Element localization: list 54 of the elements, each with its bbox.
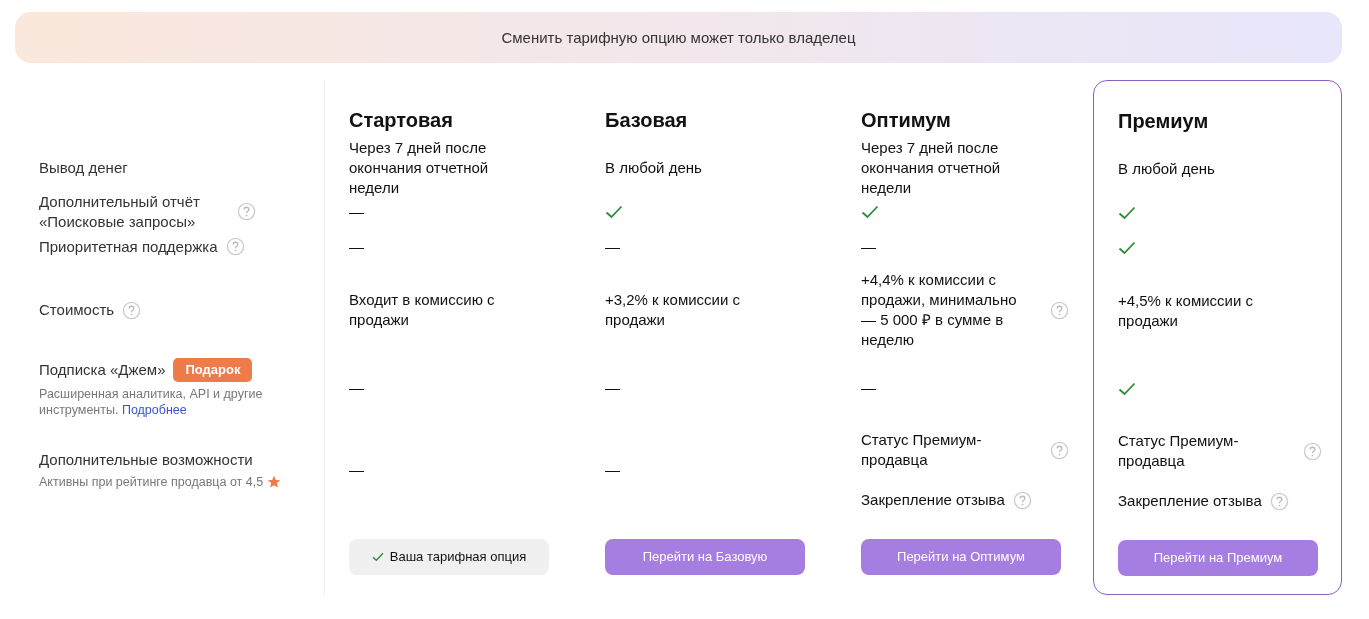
dash-text: — — [605, 377, 620, 398]
feature-label: Дополнительный отчёт «Поисковые запросы» — [39, 191, 201, 232]
check-icon — [1118, 381, 1136, 396]
dash-text: — — [861, 236, 876, 257]
plan-value: В любой день — [1118, 158, 1215, 179]
plan-title: Стартовая — [349, 109, 453, 132]
plan-value: +3,2% к комиссии с продажи — [605, 290, 742, 330]
dash-text: — — [349, 377, 364, 398]
switch-plan-button[interactable]: Перейти на Премиум — [1118, 539, 1318, 576]
feature-label: Приоритетная поддержка — [39, 236, 218, 257]
dash-text: — — [605, 236, 620, 257]
help-icon[interactable] — [122, 300, 142, 320]
switch-plan-button[interactable]: Перейти на Базовую — [605, 538, 805, 575]
switch-plan-button[interactable]: Перейти на Оптимум — [861, 538, 1061, 575]
feature-label: Вывод денег — [39, 157, 128, 178]
plan-value: +4,4% к комиссии с продажи, минимально — 5 000 ₽ в сумме в неделю — [861, 270, 1018, 350]
feature-note: Расширенная аналитика, API и другие инструменты. Подробнее — [39, 385, 264, 418]
plan-value: +4,5% к комиссии с продажи — [1118, 291, 1255, 331]
current-plan-button[interactable]: Ваша тарифная опция — [349, 538, 549, 575]
feature-note: Активны при рейтинге продавца от 4,5 — [39, 474, 264, 490]
check-icon — [371, 551, 384, 562]
plan-value: Статус Премиум-продавца — [861, 430, 983, 470]
plan-title: Премиум — [1118, 110, 1209, 133]
feature-label: Стоимость — [39, 300, 115, 320]
feature-label: Подписка «Джем» — [39, 359, 166, 380]
dash-text: — — [861, 377, 876, 398]
notice-text: Сменить тарифную опцию может только владелец — [501, 29, 856, 46]
help-icon[interactable] — [1269, 491, 1289, 511]
dash-text: — — [605, 460, 620, 480]
help-icon[interactable] — [1012, 490, 1032, 510]
gift-badge: Подарок — [173, 357, 253, 382]
plan-value: Закрепление отзыва — [1118, 491, 1262, 511]
check-icon — [861, 204, 879, 219]
help-icon[interactable] — [1050, 300, 1069, 320]
check-icon — [1118, 240, 1136, 255]
plan-value: В любой день — [605, 157, 702, 178]
help-icon[interactable] — [1050, 440, 1069, 460]
plan-value: Через 7 дней после окончания отчетной недели — [861, 137, 1002, 198]
help-icon[interactable] — [1303, 441, 1322, 461]
help-icon[interactable] — [225, 237, 245, 256]
dash-text: — — [349, 460, 364, 480]
check-icon — [605, 204, 623, 219]
check-icon — [1118, 205, 1136, 220]
plan-value: Закрепление отзыва — [861, 490, 1005, 510]
plan-value: Через 7 дней после окончания отчетной недели — [349, 137, 490, 198]
feature-label: Дополнительные возможности — [39, 450, 253, 470]
plan-value: Статус Премиум-продавца — [1118, 431, 1240, 471]
dash-text: — — [349, 201, 364, 222]
help-icon[interactable] — [237, 202, 256, 221]
details-link[interactable]: Подробнее — [121, 402, 187, 417]
plan-value: Входит в комиссию с продажи — [349, 290, 496, 330]
plan-title: Оптимум — [861, 109, 951, 132]
dash-text: — — [349, 236, 364, 257]
plan-title: Базовая — [605, 109, 688, 132]
